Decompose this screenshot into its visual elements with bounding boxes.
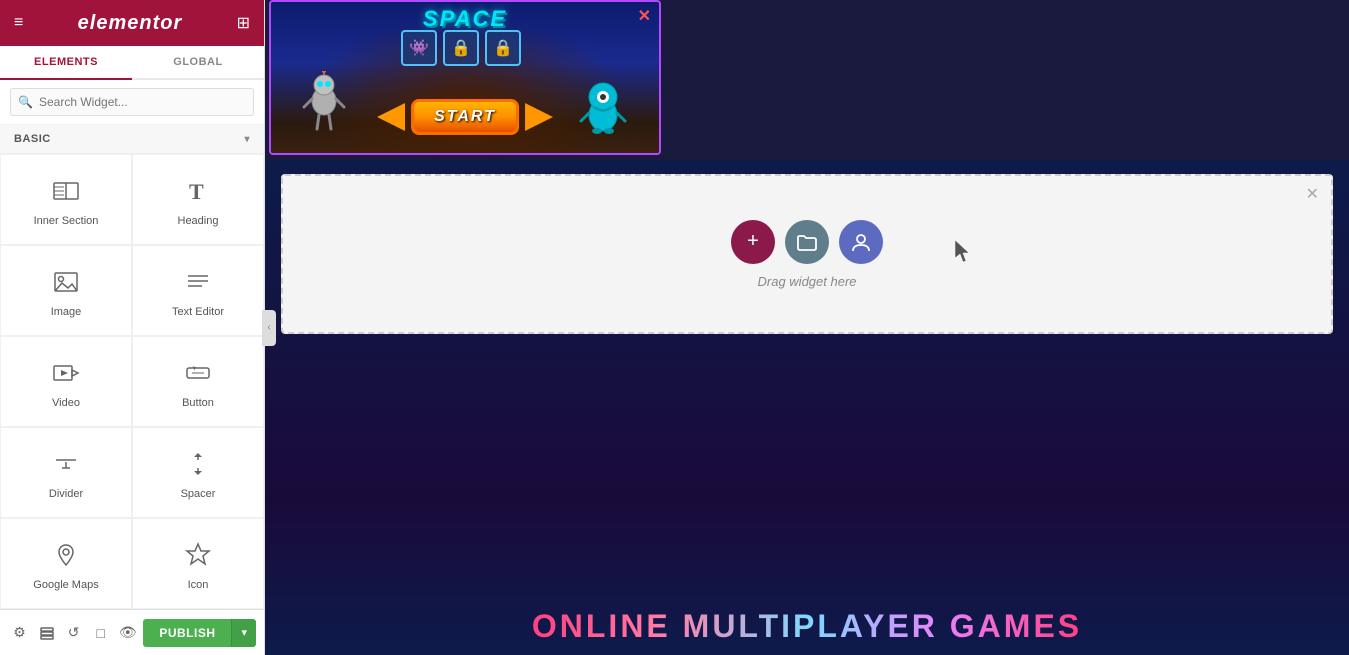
- game-close-icon[interactable]: ✕: [638, 6, 651, 26]
- game-title-area: SPACE: [271, 6, 659, 32]
- heading-icon: T: [184, 177, 212, 209]
- search-input[interactable]: [10, 88, 254, 116]
- level-icon-1: 👾: [401, 30, 437, 66]
- widget-divider[interactable]: Divider: [0, 427, 132, 518]
- widget-inner-section-label: Inner Section: [34, 215, 99, 227]
- publish-button[interactable]: PUBLISH: [143, 619, 231, 647]
- basic-section-label: BASIC ▾: [0, 125, 264, 154]
- game-banner: SPACE ✕ 👾 🔒 🔒: [269, 0, 661, 155]
- widget-heading[interactable]: T Heading: [132, 154, 264, 245]
- drop-zone-close-icon[interactable]: ✕: [1306, 184, 1319, 204]
- text-editor-icon: [184, 268, 212, 300]
- level-icon-2: 🔒: [443, 30, 479, 66]
- settings-icon-btn[interactable]: ⚙: [8, 617, 31, 649]
- widget-text-editor[interactable]: Text Editor: [132, 245, 264, 336]
- section-title: BASIC: [14, 133, 51, 145]
- widget-image-label: Image: [51, 306, 82, 318]
- add-widget-button[interactable]: +: [731, 220, 775, 264]
- sidebar-tabs: ELEMENTS GLOBAL: [0, 46, 264, 80]
- tab-elements[interactable]: ELEMENTS: [0, 46, 132, 80]
- widget-inner-section[interactable]: Inner Section: [0, 154, 132, 245]
- publish-dropdown-button[interactable]: ▾: [231, 619, 256, 647]
- start-button-area: START: [377, 99, 553, 135]
- monster-character: [577, 77, 629, 139]
- widget-spacer[interactable]: Spacer: [132, 427, 264, 518]
- sidebar: ≡ elementor ⊞ ELEMENTS GLOBAL 🔍 BASIC ▾: [0, 0, 265, 655]
- widget-heading-label: Heading: [178, 215, 219, 227]
- history-icon-btn[interactable]: ↺: [62, 617, 85, 649]
- widget-video[interactable]: Video: [0, 336, 132, 427]
- arrow-right-icon: [525, 103, 553, 131]
- icon-widget-icon: [184, 541, 212, 573]
- person-button[interactable]: [839, 220, 883, 264]
- collapse-sidebar-handle[interactable]: ‹: [262, 310, 276, 346]
- elementor-logo: elementor: [78, 12, 183, 35]
- history-icon: ↺: [68, 624, 80, 641]
- responsive-icon-btn[interactable]: □: [89, 617, 112, 649]
- search-icon: 🔍: [18, 95, 33, 109]
- level-icon-3: 🔒: [485, 30, 521, 66]
- image-icon: [52, 268, 80, 300]
- eye-icon: 👁: [119, 624, 137, 641]
- widget-google-maps-label: Google Maps: [33, 579, 98, 591]
- widget-icon-label: Icon: [188, 579, 209, 591]
- layers-icon-btn[interactable]: [35, 617, 58, 649]
- folder-button[interactable]: [785, 220, 829, 264]
- arrow-left-icon: [377, 103, 405, 131]
- drop-zone: ✕ + Drag widget here: [281, 174, 1333, 334]
- spacer-icon: [184, 450, 212, 482]
- chevron-down-icon[interactable]: ▾: [244, 134, 250, 145]
- widget-video-label: Video: [52, 397, 80, 409]
- robot-character: [299, 71, 349, 141]
- game-title-text: SPACE: [423, 6, 507, 31]
- eye-icon-btn[interactable]: 👁: [116, 617, 139, 649]
- widget-search-container: 🔍: [0, 80, 264, 125]
- widget-google-maps[interactable]: Google Maps: [0, 518, 132, 609]
- sidebar-header: ≡ elementor ⊞: [0, 0, 264, 46]
- widget-spacer-label: Spacer: [181, 488, 216, 500]
- widget-text-editor-label: Text Editor: [172, 306, 224, 318]
- video-icon: [52, 359, 80, 391]
- responsive-icon: □: [96, 625, 104, 641]
- divider-icon: [52, 450, 80, 482]
- drop-zone-buttons: +: [731, 220, 883, 264]
- inner-section-icon: [52, 177, 80, 209]
- sidebar-bottom-toolbar: ⚙ ↺ □ 👁 PUBLISH ▾: [0, 609, 264, 655]
- canvas-area: SPACE ✕ 👾 🔒 🔒: [265, 0, 1349, 655]
- widget-image[interactable]: Image: [0, 245, 132, 336]
- bottom-section: ONLINE MULTIPLAYER GAMES: [265, 500, 1349, 655]
- layers-icon: [39, 625, 55, 641]
- start-button[interactable]: START: [411, 99, 519, 135]
- settings-icon: ⚙: [13, 624, 26, 641]
- widget-divider-label: Divider: [49, 488, 83, 500]
- google-maps-icon: [52, 541, 80, 573]
- widget-button-label: Button: [182, 397, 214, 409]
- publish-group: PUBLISH ▾: [143, 619, 256, 647]
- widget-grid: Inner Section T Heading Image: [0, 154, 264, 609]
- grid-menu-icon[interactable]: ⊞: [237, 13, 250, 33]
- svg-text:T: T: [189, 179, 204, 204]
- drag-widget-text: Drag widget here: [758, 274, 857, 289]
- button-icon: [184, 359, 212, 391]
- collapse-arrow-icon: ‹: [267, 322, 270, 333]
- level-icons: 👾 🔒 🔒: [401, 30, 521, 66]
- bottom-section-text: ONLINE MULTIPLAYER GAMES: [532, 608, 1082, 645]
- widget-button[interactable]: Button: [132, 336, 264, 427]
- widget-icon[interactable]: Icon: [132, 518, 264, 609]
- tab-global[interactable]: GLOBAL: [132, 46, 264, 78]
- hamburger-menu-icon[interactable]: ≡: [14, 14, 23, 32]
